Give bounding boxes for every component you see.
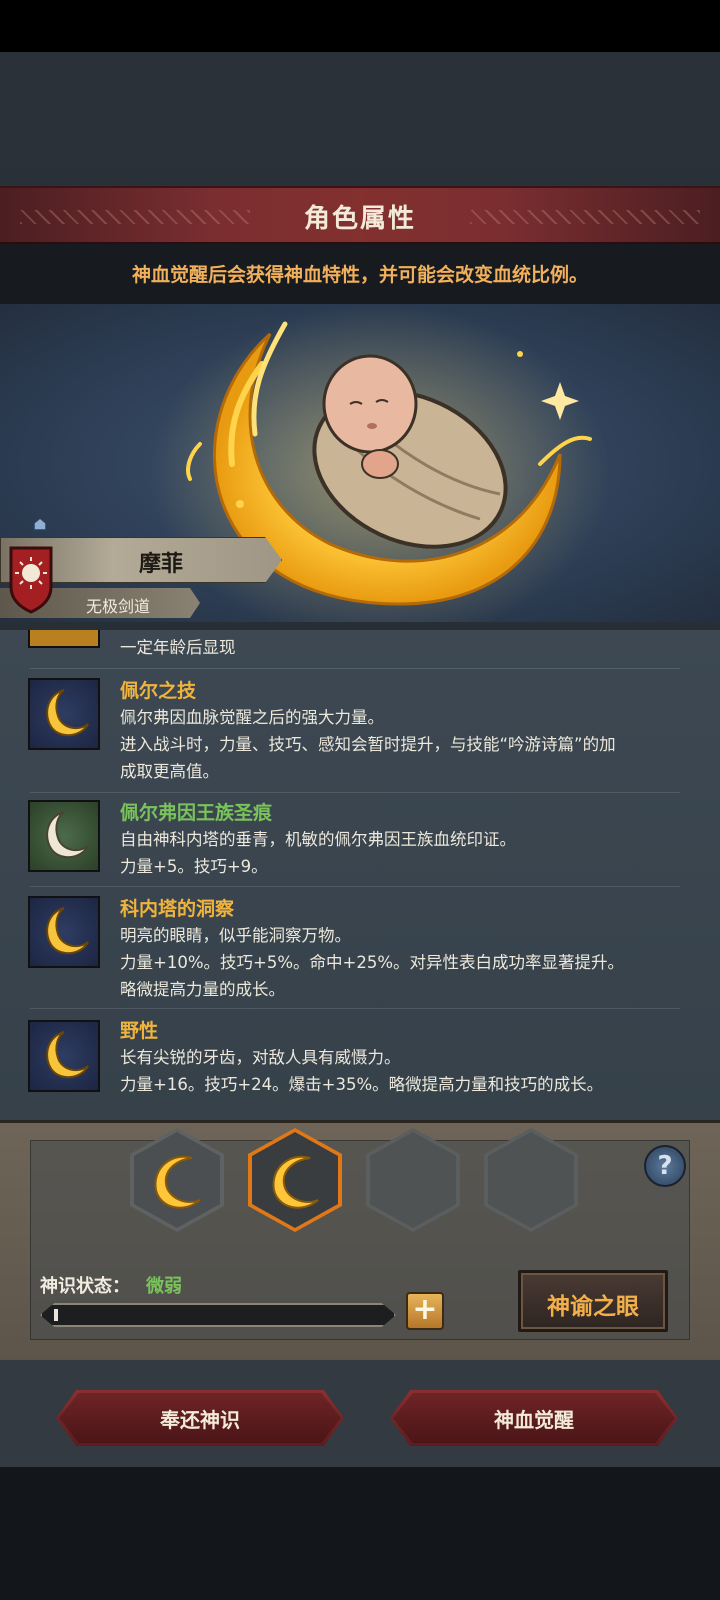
trait-name: 科内塔的洞察 <box>120 898 235 920</box>
add-divine-sense-button[interactable]: + <box>406 1292 444 1330</box>
character-name: 摩菲 <box>139 552 184 577</box>
trait-partial-desc: 一定年龄后显现 <box>120 638 236 657</box>
character-sect: 无极剑道 <box>86 597 151 616</box>
golden-crescent-icon <box>272 1155 319 1209</box>
oracle-eye-label: 神谕之眼 <box>547 1294 639 1320</box>
oracle-eye-button[interactable]: 神谕之眼 <box>518 1270 668 1332</box>
subtitle-bar: 神血觉醒后会获得神血特性，并可能会改变血统比例。 <box>0 244 720 304</box>
golden-crescent-icon[interactable] <box>28 1020 100 1092</box>
trait-name: 野性 <box>120 1020 159 1042</box>
row-divider <box>30 668 680 669</box>
return-divine-sense-label: 奉还神识 <box>160 1408 240 1432</box>
trait-desc-line: 略微提高力量的成长。 <box>120 980 285 999</box>
page-subtitle: 神血觉醒后会获得神血特性，并可能会改变血统比例。 <box>131 264 588 286</box>
golden-crescent-icon <box>154 1155 201 1209</box>
status-bar-area <box>0 0 720 52</box>
white-crescent-icon[interactable] <box>28 800 100 872</box>
trait-desc-line: 力量+16。技巧+24。爆击+35%。略微提高力量和技巧的成长。 <box>120 1075 604 1094</box>
divine-sense-progress-bar <box>40 1303 396 1327</box>
help-button[interactable]: ? <box>644 1145 686 1187</box>
trait-name: 佩尔弗因王族圣痕 <box>120 802 273 824</box>
divine-blood-awaken-button[interactable]: 神血觉醒 <box>390 1390 678 1446</box>
rank-icon <box>33 517 47 531</box>
trait-desc-line: 力量+5。技巧+9。 <box>120 857 268 876</box>
trait-desc-line: 明亮的眼睛，似乎能洞察万物。 <box>120 926 351 945</box>
status-value: 微弱 <box>146 1276 182 1297</box>
trait-desc-line: 佩尔弗因血脉觉醒之后的强大力量。 <box>120 708 384 727</box>
trait-name: 佩尔之技 <box>120 680 197 702</box>
trait-list[interactable]: 一定年龄后显现 佩尔之技 佩尔弗因血脉觉醒之后的强大力量。 进入战斗时，力量、技… <box>0 630 720 1120</box>
status-label: 神识状态： <box>40 1276 130 1297</box>
return-divine-sense-button[interactable]: 奉还神识 <box>56 1390 344 1446</box>
page-title: 角色属性 <box>303 204 416 234</box>
trait-desc-line: 进入战斗时，力量、技巧、感知会暂时提升，与技能“吟游诗篇”的加 <box>120 735 616 754</box>
age-trait-icon <box>28 630 100 648</box>
progress-fill <box>54 1309 58 1321</box>
family-crest-icon <box>9 546 53 614</box>
bottom-area <box>0 1467 720 1600</box>
row-divider <box>30 1008 680 1009</box>
trait-desc-line: 力量+10%。技巧+5%。命中+25%。对异性表白成功率显著提升。 <box>120 953 624 972</box>
golden-crescent-icon[interactable] <box>28 896 100 968</box>
trait-desc-line: 长有尖锐的牙齿，对敌人具有威慑力。 <box>120 1048 401 1067</box>
row-divider <box>30 886 680 887</box>
trait-desc-line: 自由神科内塔的垂青，机敏的佩尔弗因王族血统印证。 <box>120 830 516 849</box>
title-banner: 角色属性 <box>0 186 720 244</box>
golden-crescent-icon[interactable] <box>28 678 100 750</box>
divine-blood-awaken-label: 神血觉醒 <box>494 1408 574 1432</box>
trait-desc-line: 成取更高值。 <box>120 762 219 781</box>
row-divider <box>30 792 680 793</box>
